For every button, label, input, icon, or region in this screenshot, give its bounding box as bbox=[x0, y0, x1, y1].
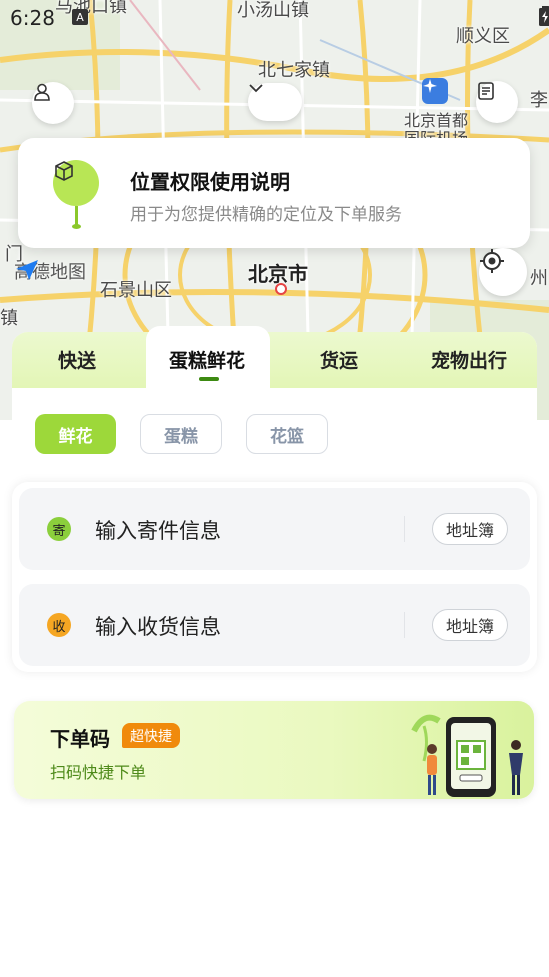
map-label: 顺义区 bbox=[456, 26, 510, 47]
receiver-address-book-button[interactable]: 地址簿 bbox=[432, 609, 508, 641]
map-label: 石景山区 bbox=[100, 280, 172, 301]
profile-button[interactable] bbox=[32, 82, 74, 124]
receiver-row[interactable]: 收 输入收货信息 地址簿 bbox=[19, 584, 530, 666]
qr-banner-tag: 超快捷 bbox=[122, 723, 180, 748]
chip-flower[interactable]: 鲜花 bbox=[35, 414, 116, 454]
sender-input[interactable]: 输入寄件信息 bbox=[95, 515, 221, 545]
permission-description: 用于为您提供精确的定位及下单服务 bbox=[130, 205, 402, 225]
orders-button[interactable] bbox=[476, 81, 518, 123]
map-label: 马池口镇 bbox=[55, 0, 127, 17]
qr-order-banner[interactable]: 下单码 超快捷 扫码快捷下单 bbox=[14, 701, 534, 799]
divider bbox=[404, 516, 405, 542]
chevron-down-icon bbox=[249, 84, 263, 93]
city-marker-icon bbox=[275, 283, 287, 295]
map-label: 小汤山镇 bbox=[237, 0, 309, 21]
user-icon bbox=[34, 83, 50, 101]
battery-icon bbox=[539, 6, 549, 26]
receiver-input[interactable]: 输入收货信息 bbox=[95, 611, 221, 641]
map-label: 北七家镇 bbox=[258, 60, 330, 81]
qr-banner-subtitle: 扫码快捷下单 bbox=[50, 763, 147, 782]
order-sheet: 快送 蛋糕鲜花 货运 宠物出行 鲜花 蛋糕 花篮 寄 输入寄件信息 地址簿 收 … bbox=[12, 326, 537, 692]
divider bbox=[404, 612, 405, 638]
address-box: 寄 输入寄件信息 地址簿 收 输入收货信息 地址簿 bbox=[12, 482, 537, 672]
tab-express[interactable]: 快送 bbox=[58, 346, 96, 373]
package-pin-icon bbox=[53, 160, 99, 206]
app-screen: 马池口镇 小汤山镇 顺义区 北七家镇 北京首都 国际机场 李 石景山区 北京市 … bbox=[0, 0, 549, 977]
qr-banner-title: 下单码 bbox=[50, 727, 110, 751]
tab-indicator bbox=[199, 377, 219, 381]
tab-pet[interactable]: 宠物出行 bbox=[431, 346, 507, 373]
airport-icon bbox=[422, 78, 448, 104]
notification-a-icon: A bbox=[72, 9, 88, 25]
qr-phone-illustration-icon bbox=[411, 714, 523, 797]
permission-title: 位置权限使用说明 bbox=[130, 170, 290, 194]
locate-icon bbox=[480, 249, 504, 273]
locate-button[interactable] bbox=[479, 248, 527, 296]
document-icon bbox=[478, 82, 494, 100]
receiver-badge: 收 bbox=[47, 613, 71, 637]
sender-row[interactable]: 寄 输入寄件信息 地址簿 bbox=[19, 488, 530, 570]
permission-card[interactable]: 位置权限使用说明 用于为您提供精确的定位及下单服务 bbox=[18, 138, 530, 248]
pin-stem bbox=[75, 206, 78, 226]
expand-button[interactable] bbox=[248, 83, 302, 121]
sender-address-book-button[interactable]: 地址簿 bbox=[432, 513, 508, 545]
tab-freight[interactable]: 货运 bbox=[320, 346, 358, 373]
status-time: 6:28 bbox=[10, 6, 55, 30]
sender-badge: 寄 bbox=[47, 517, 71, 541]
amap-arrow-icon bbox=[16, 260, 38, 280]
amap-logo: 高德地图 bbox=[14, 258, 86, 284]
chip-basket[interactable]: 花篮 bbox=[246, 414, 328, 454]
map-label: 李 bbox=[530, 90, 548, 111]
tab-cake-flower[interactable]: 蛋糕鲜花 bbox=[169, 346, 245, 373]
map-label: 州 bbox=[530, 268, 548, 289]
map-label: 镇 bbox=[0, 308, 18, 329]
chip-cake[interactable]: 蛋糕 bbox=[140, 414, 222, 454]
pin-shadow bbox=[72, 224, 81, 229]
